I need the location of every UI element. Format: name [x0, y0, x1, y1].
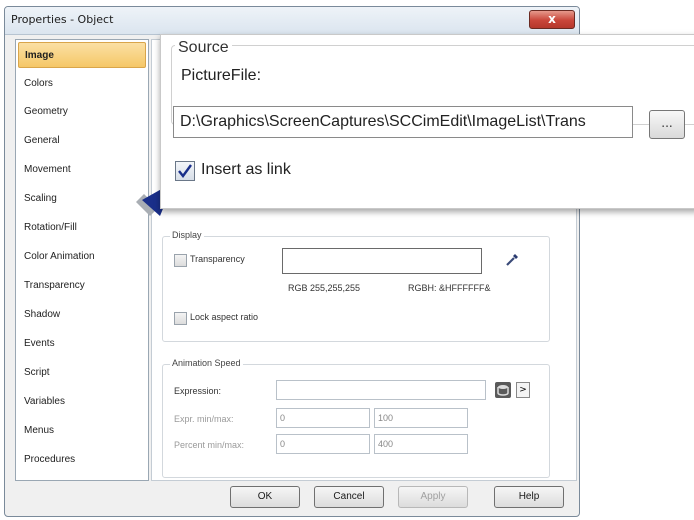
nav-item-variables[interactable]: Variables: [18, 389, 146, 415]
eyedropper-icon[interactable]: [504, 252, 520, 268]
lock-aspect-label: Lock aspect ratio: [190, 312, 259, 322]
nav-item-menus[interactable]: Menus: [18, 418, 146, 444]
transparency-checkbox[interactable]: [174, 254, 187, 267]
nav-item-shadow[interactable]: Shadow: [18, 302, 146, 328]
nav-item-movement[interactable]: Movement: [18, 157, 146, 183]
nav-item-colors[interactable]: Colors: [18, 71, 146, 97]
lock-aspect-checkbox[interactable]: [174, 312, 187, 325]
category-list: Image Colors Geometry General Movement S…: [15, 39, 149, 481]
percent-max-input[interactable]: 400: [374, 434, 468, 454]
source-zoom-callout: Source PictureFile: D:\Graphics\ScreenCa…: [160, 34, 694, 209]
picture-file-path-input[interactable]: D:\Graphics\ScreenCaptures\SCCimEdit\Ima…: [173, 106, 633, 138]
nav-item-geometry[interactable]: Geometry: [18, 99, 146, 125]
cancel-button[interactable]: Cancel: [314, 486, 384, 508]
nav-item-events[interactable]: Events: [18, 331, 146, 357]
transparency-label: Transparency: [190, 254, 245, 264]
percent-min-input[interactable]: 0: [276, 434, 370, 454]
transparency-color-field[interactable]: [282, 248, 482, 274]
expression-arrow-button[interactable]: >: [516, 382, 530, 398]
help-button[interactable]: Help: [494, 486, 564, 508]
nav-item-color-animation[interactable]: Color Animation: [18, 244, 146, 270]
title-bar: Properties - Object x: [5, 7, 579, 35]
close-button[interactable]: x: [529, 10, 575, 29]
window-title: Properties - Object: [11, 13, 114, 26]
nav-item-image[interactable]: Image: [18, 42, 146, 68]
display-group-label: Display: [170, 230, 204, 240]
source-group-label: Source: [175, 39, 232, 57]
expr-min-input[interactable]: 0: [276, 408, 370, 428]
percent-minmax-label: Percent min/max:: [174, 440, 245, 450]
checkmark-icon: [178, 164, 192, 178]
picture-file-label: PictureFile:: [181, 67, 262, 84]
ok-button[interactable]: OK: [230, 486, 300, 508]
nav-item-general[interactable]: General: [18, 128, 146, 154]
browse-button[interactable]: ...: [649, 110, 685, 139]
database-icon[interactable]: [494, 381, 512, 399]
animation-speed-label: Animation Speed: [170, 358, 243, 368]
rgb-readout: RGB 255,255,255: [288, 283, 361, 293]
nav-item-transparency[interactable]: Transparency: [18, 273, 146, 299]
expression-label: Expression:: [174, 386, 222, 396]
insert-as-link-label: Insert as link: [201, 161, 291, 178]
nav-item-scaling[interactable]: Scaling: [18, 186, 146, 212]
expr-max-input[interactable]: 100: [374, 408, 468, 428]
nav-item-procedures[interactable]: Procedures: [18, 447, 146, 473]
expression-input[interactable]: [276, 380, 486, 400]
insert-as-link-checkbox[interactable]: [175, 161, 195, 181]
nav-item-rotation-fill[interactable]: Rotation/Fill: [18, 215, 146, 241]
apply-button[interactable]: Apply: [398, 486, 468, 508]
nav-item-script[interactable]: Script: [18, 360, 146, 386]
expr-minmax-label: Expr. min/max:: [174, 414, 234, 424]
rgbh-readout: RGBH: &HFFFFFF&: [408, 283, 491, 293]
